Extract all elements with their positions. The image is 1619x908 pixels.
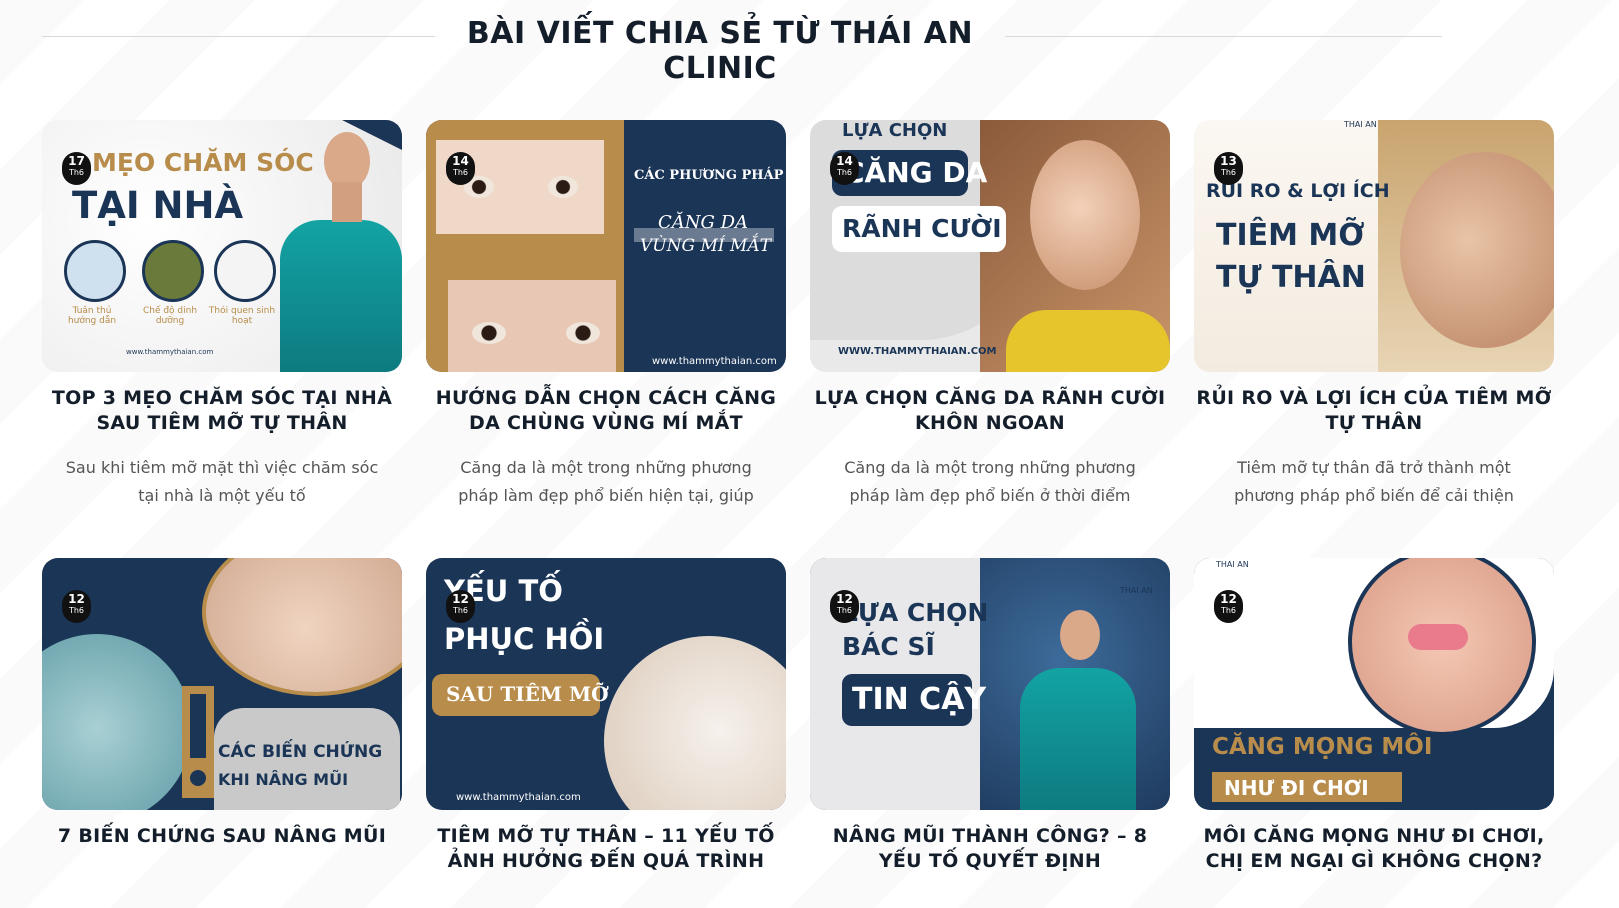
date-badge: 12 Th6 <box>62 590 91 623</box>
post-card: THAI AN CĂNG MỌNG MÔI NHƯ ĐI CHƠI 12 Th6 … <box>1194 558 1554 892</box>
thumb-headline-2: TẠI NHÀ <box>72 184 244 227</box>
thumb-icon-caption: Tuân thủ hướng dẫn <box>67 306 117 326</box>
thumb-headline-3: RÃNH CƯỜI <box>842 214 1002 243</box>
post-card: LỰA CHỌN CĂNG DA RÃNH CƯỜI WWW.THAMMYTHA… <box>810 120 1170 510</box>
post-title[interactable]: NÂNG MŨI THÀNH CÔNG? – 8 YẾU TỐ QUYẾT ĐỊ… <box>810 824 1170 874</box>
post-title[interactable]: TOP 3 MẸO CHĂM SÓC TẠI NHÀ SAU TIÊM MỠ T… <box>42 386 402 436</box>
header-divider-left <box>42 36 435 37</box>
thumb-headline-1: CĂNG MỌNG MÔI <box>1212 734 1433 760</box>
post-title[interactable]: HƯỚNG DẪN CHỌN CÁCH CĂNG DA CHÙNG VÙNG M… <box>426 386 786 436</box>
post-card: THAI AN CÁC BIẾN CHỨNG KHI NÂNG MŨI 12 Th… <box>42 558 402 867</box>
thumb-headline-2: PHỤC HỒI <box>444 622 605 656</box>
post-title[interactable]: LỰA CHỌN CĂNG DA RÃNH CƯỜI KHÔN NGOAN <box>810 386 1170 436</box>
post-excerpt: Sau khi tiêm mỡ mặt thì việc chăm sóc tạ… <box>65 458 379 505</box>
post-excerpt: Căng da là một trong những phương pháp l… <box>458 458 754 505</box>
header-divider-right <box>1005 36 1442 37</box>
date-badge: 12 Th6 <box>446 590 475 623</box>
post-card: THAI AN LỰA CHỌN BÁC SĨ TIN CẬY 12 Th6 NÂ… <box>810 558 1170 892</box>
thumb-headline-3: TIN CẬY <box>852 682 987 717</box>
thumb-brand: THAI AN <box>1120 586 1153 595</box>
post-card: MẸO CHĂM SÓC TẠI NHÀ Tuân thủ hướng dẫn … <box>42 120 402 510</box>
thumb-headline-1: CÁC PHƯƠNG PHÁP <box>634 168 784 183</box>
thumb-headline-1: CÁC BIẾN CHỨNG <box>218 742 383 762</box>
thumb-brand: THAI AN <box>1216 560 1249 569</box>
thumb-url: www.thammythaian.com <box>456 792 581 803</box>
post-thumbnail[interactable]: THAI AN CĂNG MỌNG MÔI NHƯ ĐI CHƠI 12 Th6 <box>1194 558 1554 810</box>
post-excerpt: Tiêm mỡ tự thân đã trở thành một phương … <box>1234 458 1514 505</box>
post-thumbnail[interactable]: THAI AN RỦI RO & LỢI ÍCH TIÊM MỠ TỰ THÂN… <box>1194 120 1554 372</box>
doctor-illustration <box>280 220 402 372</box>
thumb-brand: THAI AN <box>726 560 759 569</box>
date-badge: 13 Th6 <box>1214 152 1243 185</box>
section-header: BÀI VIẾT CHIA SẺ TỪ THÁI AN CLINIC <box>42 16 1442 86</box>
post-title[interactable]: TIÊM MỠ TỰ THÂN – 11 YẾU TỐ ẢNH HƯỞNG ĐẾ… <box>426 824 786 874</box>
post-thumbnail[interactable]: THAI AN YẾU TỐ PHỤC HỒI SAU TIÊM MỠ www.… <box>426 558 786 810</box>
thumb-url: www.thammythaian.com <box>652 356 777 367</box>
date-badge: 14 Th6 <box>446 152 475 185</box>
date-badge: 14 Th6 <box>830 152 859 185</box>
doctor-illustration <box>1020 668 1136 810</box>
post-thumbnail[interactable]: LỰA CHỌN CĂNG DA RÃNH CƯỜI WWW.THAMMYTHA… <box>810 120 1170 372</box>
thumb-headline-2: CĂNG DA <box>658 212 749 233</box>
post-title[interactable]: RỦI RO VÀ LỢI ÍCH CỦA TIÊM MỠ TỰ THÂN <box>1194 386 1554 436</box>
thumb-headline-2: BÁC SĨ <box>842 632 935 661</box>
post-excerpt: Căng da là một trong những phương pháp l… <box>844 458 1136 505</box>
thumb-brand: THAI AN <box>1344 120 1377 129</box>
thumb-headline-2: NHƯ ĐI CHƠI <box>1224 776 1369 800</box>
thumb-icon-caption: Chế độ dinh dưỡng <box>142 306 198 326</box>
section-title: BÀI VIẾT CHIA SẺ TỪ THÁI AN CLINIC <box>466 16 974 86</box>
date-badge: 17 Th6 <box>62 152 91 185</box>
date-badge: 12 Th6 <box>830 590 859 623</box>
post-thumbnail[interactable]: THAI AN CÁC PHƯƠNG PHÁP CĂNG DA VÙNG MÍ … <box>426 120 786 372</box>
post-card: THAI AN RỦI RO & LỢI ÍCH TIÊM MỠ TỰ THÂN… <box>1194 120 1554 510</box>
thumb-url: www.thammythaian.com <box>126 348 214 356</box>
thumb-brand: THAI AN <box>72 560 105 569</box>
post-thumbnail[interactable]: MẸO CHĂM SÓC TẠI NHÀ Tuân thủ hướng dẫn … <box>42 120 402 372</box>
thumb-headline-2: TIÊM MỠ <box>1216 218 1365 253</box>
thumb-brand: THAI AN <box>676 120 709 129</box>
thumb-headline-1: LỰA CHỌN <box>842 120 948 141</box>
post-card: THAI AN CÁC PHƯƠNG PHÁP CĂNG DA VÙNG MÍ … <box>426 120 786 510</box>
post-thumbnail[interactable]: THAI AN CÁC BIẾN CHỨNG KHI NÂNG MŨI 12 Th… <box>42 558 402 810</box>
thumb-headline-1: LỰA CHỌN <box>842 598 989 627</box>
post-thumbnail[interactable]: THAI AN LỰA CHỌN BÁC SĨ TIN CẬY 12 Th6 <box>810 558 1170 810</box>
thumb-headline-3: VÙNG MÍ MẮT <box>640 236 772 256</box>
thumb-headline-2: KHI NÂNG MŨI <box>218 770 349 789</box>
post-title[interactable]: MÔI CĂNG MỌNG NHƯ ĐI CHƠI, CHỊ EM NGẠI G… <box>1194 824 1554 874</box>
thumb-url: WWW.THAMMYTHAIAN.COM <box>838 346 997 357</box>
post-title[interactable]: 7 BIẾN CHỨNG SAU NÂNG MŨI <box>42 824 402 849</box>
thumb-icon-caption: Thói quen sinh hoạt <box>208 306 276 326</box>
date-badge: 12 Th6 <box>1214 590 1243 623</box>
thumb-headline-3: TỰ THÂN <box>1216 260 1366 295</box>
thumb-headline-3: SAU TIÊM MỠ <box>446 682 609 706</box>
post-card: THAI AN YẾU TỐ PHỤC HỒI SAU TIÊM MỠ www.… <box>426 558 786 892</box>
thumb-headline-2: CĂNG DA <box>844 156 988 189</box>
thumb-headline-1: MẸO CHĂM SÓC <box>92 148 314 177</box>
